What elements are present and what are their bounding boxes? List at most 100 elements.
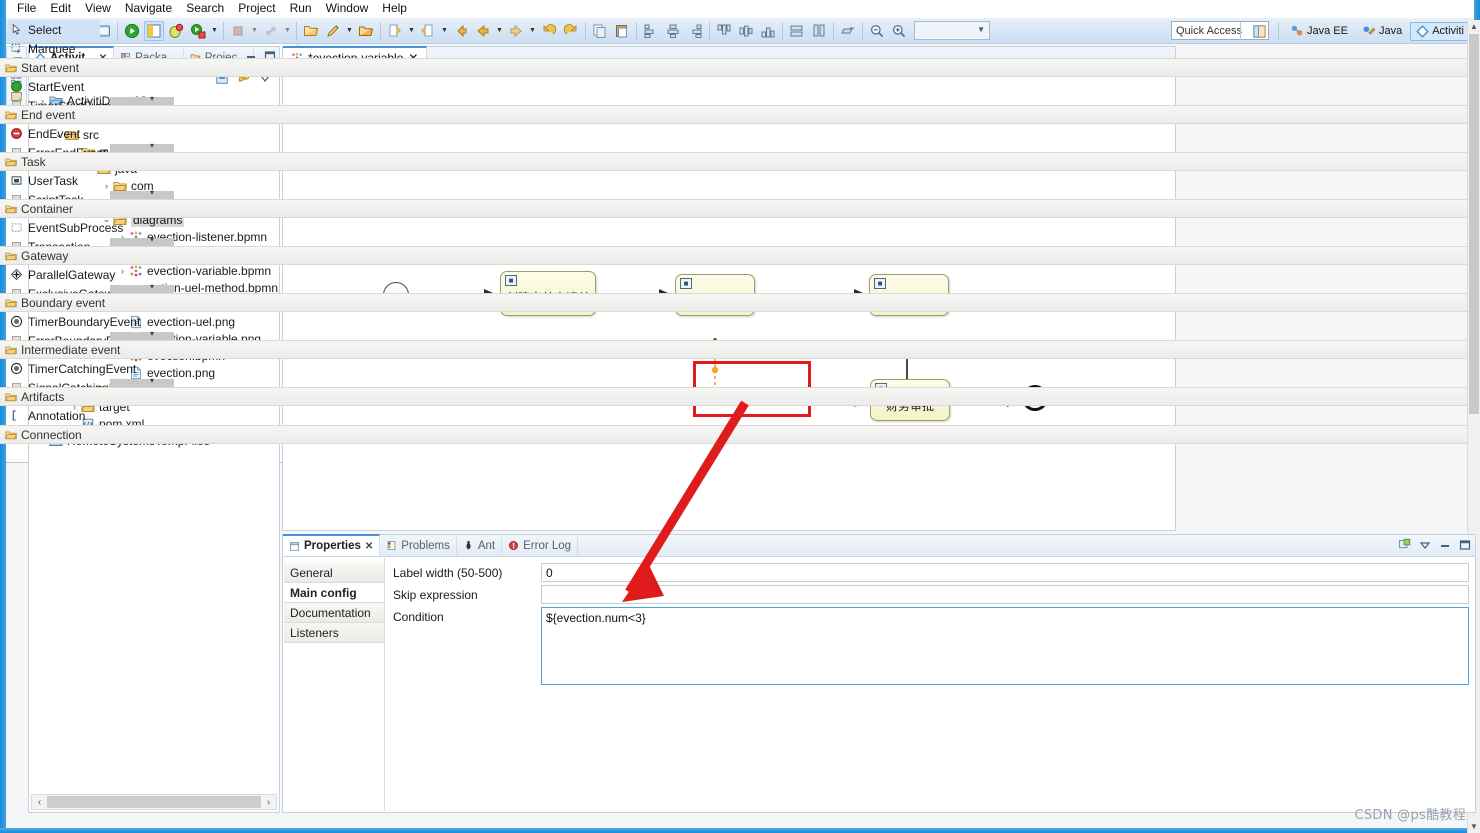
scroll-up-icon[interactable]: ▲ — [1468, 20, 1480, 33]
condition-textarea[interactable] — [541, 607, 1469, 685]
label-width-input[interactable] — [541, 563, 1469, 582]
tab-error-log[interactable]: Error Log — [502, 535, 579, 556]
label-width-label: Label width (50-500) — [393, 566, 503, 580]
menu-run[interactable]: Run — [283, 0, 319, 18]
usertask-icon — [11, 176, 22, 185]
menu-project[interactable]: Project — [231, 0, 282, 18]
palette-drawer-resize-handle[interactable] — [110, 143, 174, 152]
palette-item-endevent[interactable]: EndEvent — [0, 124, 1480, 143]
palette-item-clipped[interactable]: ExclusiveGateway — [0, 284, 1480, 293]
menu-view[interactable]: View — [78, 0, 118, 18]
palette-item-label: TimerBoundaryEvent — [28, 314, 141, 329]
palette-item-clipped[interactable]: TimerStartEvent — [0, 96, 1480, 105]
palette-item-transaction[interactable]: Transaction — [0, 237, 1480, 246]
ant-icon — [466, 541, 471, 550]
properties-icon — [290, 541, 299, 551]
palette-drawer-resize-handle[interactable] — [110, 331, 174, 340]
palette-group-label: Task — [21, 154, 46, 169]
palette-group-gateway[interactable]: Gateway∞ — [0, 246, 1480, 265]
skip-expression-label: Skip expression — [393, 588, 478, 602]
palette-item-clipped[interactable]: Transaction — [0, 237, 1480, 246]
properties-section-listeners[interactable]: Listeners — [284, 623, 384, 643]
field-row-condition: Condition — [393, 607, 1469, 685]
palette-group-start-event[interactable]: Start event∞ — [0, 58, 1480, 77]
properties-section-main-config[interactable]: Main config — [284, 583, 384, 603]
properties-section-general[interactable]: General — [284, 563, 384, 583]
menu-window[interactable]: Window — [319, 0, 376, 18]
palette-drawer-resize-handle[interactable] — [110, 284, 174, 293]
field-row-skip-expression: Skip expression — [393, 585, 1469, 604]
palette-group-task[interactable]: Task∞ — [0, 152, 1480, 171]
select-cursor-icon — [12, 23, 21, 35]
palette-group-end-event[interactable]: End event∞ — [0, 105, 1480, 124]
palette-item-usertask[interactable]: UserTask — [0, 171, 1480, 190]
menu-file[interactable]: File — [10, 0, 43, 18]
palette-item-timerboundaryevent[interactable]: TimerBoundaryEvent — [0, 312, 1480, 331]
palette-item-startevent[interactable]: StartEvent — [0, 77, 1480, 96]
skip-expression-input[interactable] — [541, 585, 1469, 604]
palette-group-container[interactable]: Container∞ — [0, 199, 1480, 218]
palette-item-timercatchingevent[interactable]: TimerCatchingEvent — [0, 359, 1480, 378]
restore-icon[interactable] — [1398, 538, 1411, 554]
palette-item-clipped[interactable]: ScriptTask — [0, 190, 1480, 199]
palette-item-timerstartevent[interactable]: TimerStartEvent — [0, 96, 1480, 105]
maximize-icon[interactable] — [1459, 539, 1471, 554]
problems-icon — [388, 541, 396, 550]
palette-tool-select[interactable]: Select — [8, 20, 100, 39]
field-row-label-width: Label width (50-500) — [393, 563, 1469, 582]
close-icon[interactable]: ✕ — [365, 541, 373, 552]
condition-label: Condition — [393, 610, 444, 624]
scroll-down-icon[interactable]: ▼ — [1468, 820, 1480, 833]
tab-problems[interactable]: Problems — [380, 535, 457, 556]
palette-group-label: Gateway — [21, 248, 69, 263]
eventsubprocess-icon — [11, 223, 22, 232]
tab-ant[interactable]: Ant — [457, 535, 503, 556]
palette-item-clipped[interactable]: SignalCatchingEvent — [0, 378, 1480, 387]
palette-group-intermediate-event[interactable]: Intermediate event∞ — [0, 340, 1480, 359]
endevent-icon — [11, 128, 22, 139]
palette-item-clipped[interactable]: ErrorEndEvent — [0, 143, 1480, 152]
palette-item-label: StartEvent — [28, 79, 85, 94]
palette-item-errorendevent[interactable]: ErrorEndEvent — [0, 143, 1480, 152]
group-folder-icon — [5, 393, 17, 401]
palette-item-clipped[interactable]: ErrorBoundaryEvent — [0, 331, 1480, 340]
tab-properties[interactable]: Properties ✕ — [283, 534, 381, 556]
palette-item-scripttask[interactable]: ScriptTask — [0, 190, 1480, 199]
palette-item-label: EventSubProcess — [28, 220, 124, 235]
palette-group-label: Boundary event — [21, 295, 106, 310]
menu-help[interactable]: Help — [375, 0, 414, 18]
palette-item-errorboundaryevent[interactable]: ErrorBoundaryEvent — [0, 331, 1480, 340]
palette-item-parallelgateway[interactable]: ParallelGateway — [0, 265, 1480, 284]
palette-item-signalcatchingevent[interactable]: SignalCatchingEvent — [0, 378, 1480, 387]
scrollbar-thumb[interactable] — [1469, 34, 1479, 414]
palette-item-exclusivegateway[interactable]: ExclusiveGateway — [0, 284, 1480, 293]
palette-group-artifacts[interactable]: Artifacts∞ — [0, 387, 1480, 406]
palette-group-connection[interactable]: Connection∞ — [0, 425, 1480, 444]
group-folder-icon — [5, 158, 17, 166]
menu-navigate[interactable]: Navigate — [118, 0, 179, 18]
tab-properties-label: Properties — [304, 540, 361, 552]
palette-group-boundary-event[interactable]: Boundary event∞ — [0, 293, 1480, 312]
palette-tool-label: Select — [28, 22, 62, 37]
group-folder-icon — [5, 431, 17, 439]
view-menu-icon[interactable] — [1419, 539, 1431, 554]
palette-drawer-resize-handle[interactable] — [110, 378, 174, 387]
palette-drawer-resize-handle[interactable] — [110, 96, 174, 105]
tab-problems-label: Problems — [401, 539, 450, 552]
minimize-icon[interactable] — [1439, 539, 1451, 554]
properties-section-documentation[interactable]: Documentation — [284, 603, 384, 623]
palette-item-label: ParallelGateway — [28, 267, 116, 282]
properties-tab-bar: Properties ✕ Problems Ant Error Log — [283, 534, 1475, 557]
palette-drawer-resize-handle[interactable] — [110, 237, 174, 246]
properties-section-list[interactable]: General Main config Documentation Listeners — [284, 558, 385, 811]
palette-item-annotation[interactable]: Annotation — [0, 406, 1480, 425]
palette-item-label: UserTask — [28, 173, 79, 188]
palette-item-label: Annotation — [28, 408, 86, 423]
marquee-icon — [11, 44, 21, 54]
palette-item-eventsubprocess[interactable]: EventSubProcess — [0, 218, 1480, 237]
palette-tool-marquee[interactable]: Marquee — [0, 39, 1480, 58]
menu-edit[interactable]: Edit — [43, 0, 78, 18]
menu-search[interactable]: Search — [179, 0, 231, 18]
palette-drawer-resize-handle[interactable] — [110, 190, 174, 199]
palette-group-label: Intermediate event — [21, 342, 121, 357]
